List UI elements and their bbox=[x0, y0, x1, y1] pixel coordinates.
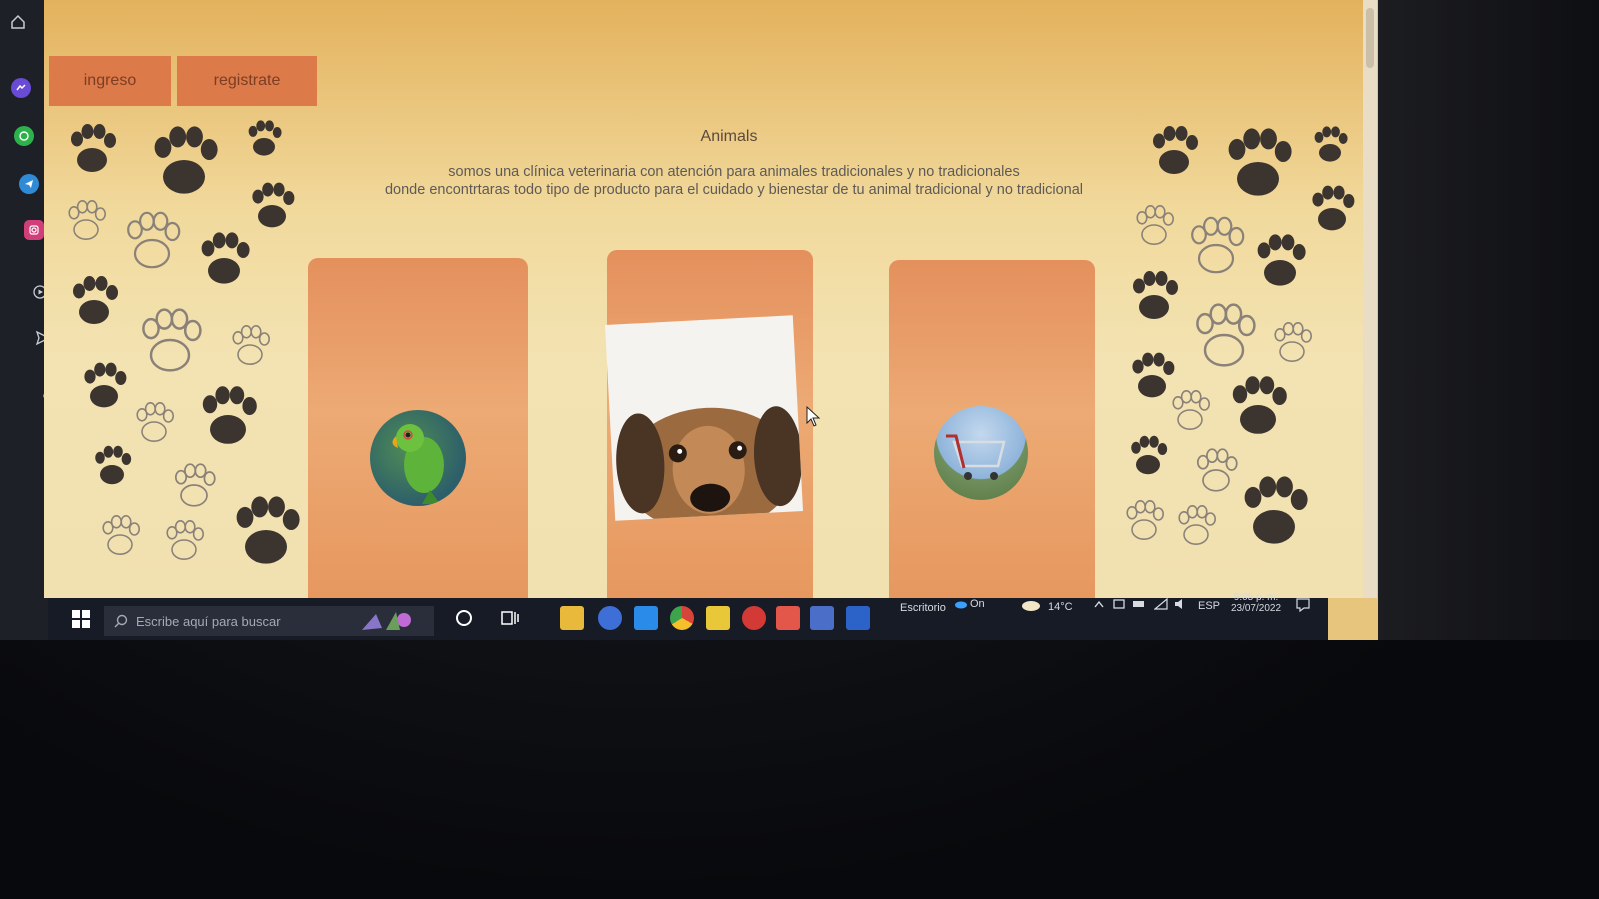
page-title: Animals bbox=[700, 128, 758, 145]
scrollbar-thumb[interactable] bbox=[1366, 8, 1374, 68]
onedrive-label[interactable]: On bbox=[970, 598, 985, 610]
search-placeholder: Escribe aquí para buscar bbox=[136, 613, 281, 629]
cart-icon bbox=[934, 406, 1028, 500]
parrot-icon bbox=[370, 410, 466, 506]
cortana-icon[interactable] bbox=[452, 606, 476, 630]
app-shield-icon[interactable] bbox=[598, 606, 622, 630]
telegram-icon[interactable] bbox=[19, 174, 39, 194]
xampp-icon[interactable] bbox=[776, 606, 800, 630]
task-view-icon[interactable] bbox=[498, 606, 522, 630]
web-page: ingreso registrate Animals somos una clí… bbox=[44, 0, 1369, 598]
clock[interactable]: 9:05 p. m. 23/07/2022 bbox=[1228, 592, 1284, 614]
network-icon[interactable] bbox=[1112, 598, 1126, 610]
card-shop[interactable] bbox=[889, 260, 1095, 598]
search-highlight-icon bbox=[362, 612, 411, 630]
browser-sidebar bbox=[0, 0, 79, 640]
home-icon[interactable] bbox=[8, 12, 28, 32]
whatsapp-icon[interactable] bbox=[14, 126, 34, 146]
opera-icon[interactable] bbox=[742, 606, 766, 630]
screen: ingreso registrate Animals somos una clí… bbox=[0, 0, 1378, 640]
battery-icon[interactable] bbox=[1132, 598, 1146, 610]
onedrive-icon[interactable] bbox=[954, 599, 968, 609]
page-description: somos una clínica veterinaria con atenci… bbox=[284, 163, 1184, 199]
messenger-icon[interactable] bbox=[11, 78, 31, 98]
temperature[interactable]: 14°C bbox=[1048, 601, 1073, 613]
card-parrot[interactable] bbox=[308, 258, 528, 598]
login-button[interactable]: ingreso bbox=[49, 56, 171, 106]
file-explorer-icon[interactable] bbox=[560, 606, 584, 630]
clock-date: 23/07/2022 bbox=[1230, 603, 1282, 614]
word-icon[interactable] bbox=[846, 606, 870, 630]
vscode-icon[interactable] bbox=[634, 606, 658, 630]
chrome-icon[interactable] bbox=[670, 606, 694, 630]
taskbar: Escribe aquí para buscar Escritorio On 1… bbox=[48, 592, 1328, 640]
notifications-icon[interactable] bbox=[1296, 598, 1310, 612]
search-icon bbox=[114, 614, 128, 628]
monitor-bezel bbox=[1378, 0, 1599, 640]
taskbar-search[interactable]: Escribe aquí para buscar bbox=[104, 606, 434, 636]
paw-print-pattern-left bbox=[68, 120, 300, 564]
card-dog[interactable] bbox=[604, 250, 813, 598]
sticky-notes-icon[interactable] bbox=[706, 606, 730, 630]
calendar-app-icon[interactable] bbox=[810, 606, 834, 630]
dog-icon bbox=[604, 315, 804, 521]
wifi-icon[interactable] bbox=[1154, 598, 1168, 610]
description-line-1: somos una clínica veterinaria con atenci… bbox=[448, 164, 1020, 180]
language-indicator[interactable]: ESP bbox=[1198, 600, 1220, 612]
cursor-icon bbox=[806, 406, 821, 427]
windows-start-icon[interactable] bbox=[72, 610, 90, 628]
clock-time: 9:05 p. m. bbox=[1233, 592, 1279, 603]
register-button[interactable]: registrate bbox=[177, 56, 317, 106]
paw-print-pattern-right bbox=[1126, 126, 1355, 545]
page-scrollbar[interactable] bbox=[1363, 0, 1377, 598]
weather-icon[interactable] bbox=[1020, 598, 1042, 612]
description-line-2: donde encontrtaras todo tipo de producto… bbox=[384, 182, 1084, 198]
volume-icon[interactable] bbox=[1174, 598, 1188, 610]
desktop-toolbar-label[interactable]: Escritorio bbox=[900, 602, 946, 614]
chevron-up-icon[interactable] bbox=[1094, 600, 1104, 608]
instagram-icon[interactable] bbox=[24, 220, 44, 240]
